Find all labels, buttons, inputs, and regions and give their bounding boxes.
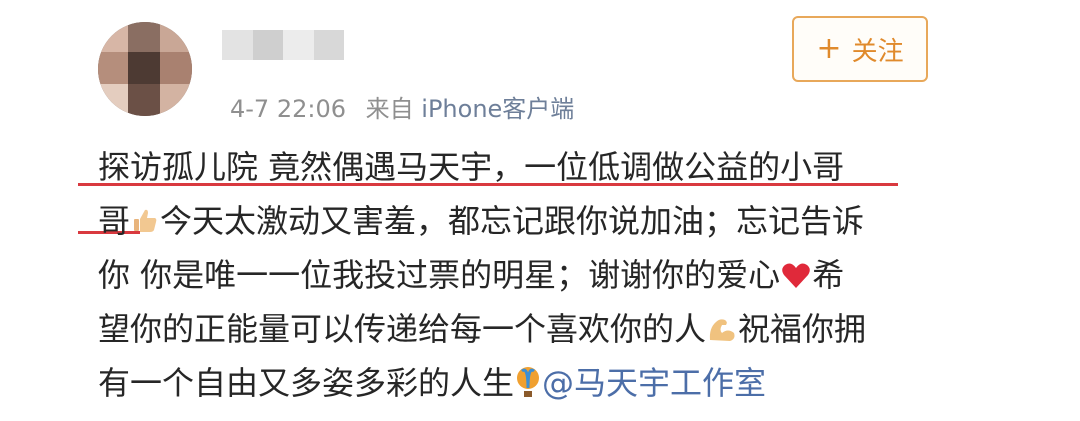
post-source[interactable]: iPhone客户端	[421, 95, 574, 123]
red-heart-icon	[780, 252, 812, 306]
content-line-1: 探访孤儿院 竟然偶遇马天宇，一位低调做公益的小哥	[98, 148, 845, 186]
content-line-2: 哥 今天太激动又害羞，都忘记跟你说加油；忘记告诉	[98, 194, 958, 248]
weibo-post: 4-7 22:06 来自 iPhone客户端 + 关注 探访孤儿院 竟然偶遇马天…	[0, 0, 1080, 421]
content-line-4: 望你的正能量可以传递给每一个喜欢你的人 祝福你拥	[98, 302, 958, 356]
thumbs-up-icon	[130, 198, 160, 252]
hot-air-balloon-icon	[514, 360, 542, 414]
mention-link[interactable]: @马天宇工作室	[542, 364, 766, 402]
username-blurred[interactable]	[222, 30, 344, 60]
plus-icon: +	[816, 31, 842, 66]
content-line-5: 有一个自由又多姿多彩的人生 @马天宇工作室	[98, 356, 958, 410]
follow-label: 关注	[851, 36, 904, 67]
post-content: 探访孤儿院 竟然偶遇马天宇，一位低调做公益的小哥 哥 今天太激动又害羞，都忘记跟…	[98, 140, 958, 410]
flexed-biceps-icon	[706, 306, 738, 360]
post-time: 4-7 22:06	[230, 95, 346, 123]
post-meta: 4-7 22:06 来自 iPhone客户端	[230, 89, 574, 124]
avatar[interactable]	[98, 22, 192, 116]
follow-button[interactable]: + 关注	[792, 16, 928, 82]
content-line-3: 你 你是唯一一位我投过票的明星；谢谢你的爱心 希	[98, 248, 958, 302]
source-prefix: 来自	[365, 95, 414, 123]
